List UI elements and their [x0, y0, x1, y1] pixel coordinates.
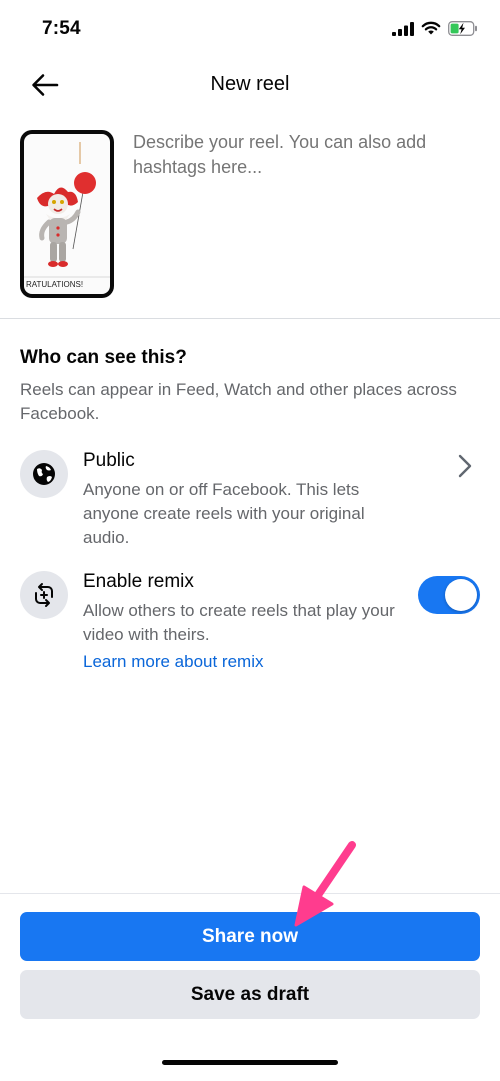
status-icons: [392, 21, 478, 36]
divider: [0, 318, 500, 319]
annotation-arrow-icon: [294, 841, 356, 927]
status-bar: 7:54: [0, 0, 500, 60]
status-time: 7:54: [42, 18, 81, 39]
public-title: Public: [83, 450, 135, 471]
remix-description: Allow others to create reels that play y…: [83, 601, 395, 644]
page-title: New reel: [210, 73, 290, 95]
home-indicator: [162, 1060, 338, 1065]
remix-icon: [35, 583, 53, 607]
save-draft-button[interactable]: Save as draft: [20, 970, 480, 1019]
video-thumbnail[interactable]: RATULATIONS!: [20, 130, 114, 298]
header: New reel: [0, 60, 500, 110]
audience-title: Who can see this?: [20, 347, 187, 368]
globe-icon: [33, 463, 55, 485]
remix-option: Enable remix Allow others to create reel…: [20, 571, 480, 671]
clown-doll-image: [24, 142, 110, 278]
thumbnail-image: RATULATIONS!: [24, 134, 110, 294]
audience-description: Reels can appear in Feed, Watch and othe…: [20, 380, 457, 423]
thumbnail-caption: RATULATIONS!: [26, 280, 84, 289]
remix-icon-wrapper: [20, 571, 68, 619]
share-now-button[interactable]: Share now: [20, 912, 480, 961]
caption-input[interactable]: [133, 130, 478, 190]
remix-learn-more-link[interactable]: Learn more about remix: [83, 652, 263, 672]
wifi-icon: [421, 21, 441, 35]
globe-icon-wrapper: [20, 450, 68, 498]
remix-toggle[interactable]: [418, 576, 480, 614]
chevron-right-icon: [458, 454, 472, 478]
toggle-knob: [445, 579, 477, 611]
signal-icon: [392, 21, 414, 36]
audience-public-option[interactable]: Public Anyone on or off Facebook. This l…: [20, 450, 480, 550]
public-description: Anyone on or off Facebook. This lets any…: [83, 480, 365, 547]
battery-charging-icon: [448, 21, 477, 36]
remix-title: Enable remix: [83, 571, 194, 592]
